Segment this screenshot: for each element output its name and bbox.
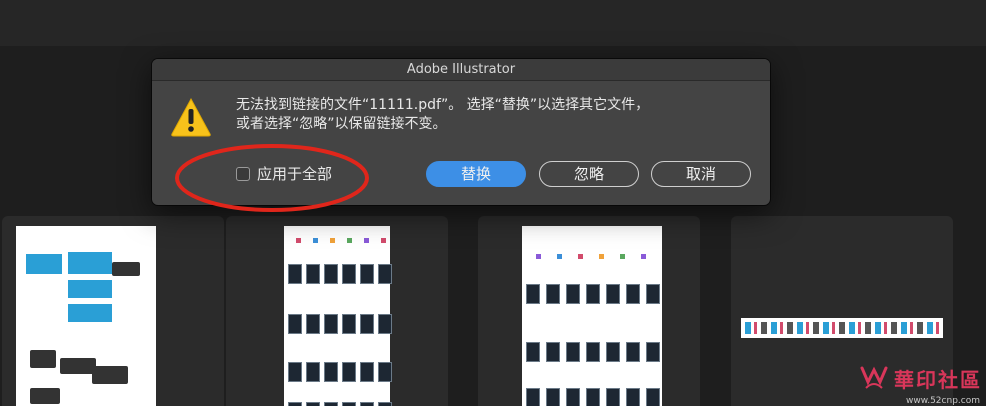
label-strip-row — [526, 284, 660, 304]
flow-box — [68, 252, 112, 274]
thumbnail-page — [741, 318, 943, 338]
label-strip-row — [288, 402, 392, 406]
ignore-button[interactable]: 忽略 — [539, 161, 639, 187]
dialog-title: Adobe Illustrator — [152, 59, 770, 81]
document-thumbnail-1[interactable] — [2, 216, 224, 406]
apply-to-all-label: 应用于全部 — [257, 165, 333, 183]
app-window: Adobe Illustrator 无法找到链接的文件“11111.pdf”。 … — [0, 0, 986, 406]
dialog-message: 无法找到链接的文件“11111.pdf”。 选择“替换”以选择其它文件， 或者选… — [236, 96, 756, 134]
device-graphic — [30, 388, 60, 404]
flow-box — [68, 280, 112, 298]
thumbnail-page — [522, 226, 662, 406]
watermark: 華印社區 — [858, 362, 982, 394]
warning-triangle-icon — [171, 97, 211, 137]
top-toolbar — [0, 0, 986, 46]
color-marks — [296, 238, 386, 243]
label-strip-row — [288, 264, 392, 284]
label-strip-row — [288, 362, 392, 382]
device-graphic — [30, 350, 56, 368]
device-graphic — [60, 358, 96, 374]
message-line-2: 或者选择“忽略”以保留链接不变。 — [236, 116, 447, 132]
cancel-button[interactable]: 取消 — [651, 161, 751, 187]
document-thumbnail-2[interactable] — [226, 216, 448, 406]
missing-link-dialog: Adobe Illustrator 无法找到链接的文件“11111.pdf”。 … — [152, 59, 770, 205]
watermark-text: 華印社區 — [894, 367, 982, 392]
panel-strip — [745, 322, 939, 334]
label-strip-row — [526, 388, 660, 406]
document-thumbnail-3[interactable] — [478, 216, 700, 406]
thumbnail-page — [284, 226, 392, 406]
replace-button[interactable]: 替换 — [426, 161, 526, 187]
device-graphic — [92, 366, 128, 384]
label-strip-row — [288, 314, 392, 334]
apply-to-all-option[interactable]: 应用于全部 — [236, 163, 332, 184]
message-line-1: 无法找到链接的文件“11111.pdf”。 选择“替换”以选择其它文件， — [236, 97, 650, 113]
label-strip-row — [526, 342, 660, 362]
flow-box — [68, 304, 112, 322]
watermark-url: www.52cnp.com — [905, 396, 980, 406]
device-graphic — [112, 262, 140, 276]
color-marks — [536, 254, 646, 259]
thumbnail-page — [16, 226, 156, 406]
flow-box — [26, 254, 62, 274]
watermark-logo-icon — [860, 366, 888, 389]
apply-to-all-checkbox[interactable] — [236, 166, 250, 181]
